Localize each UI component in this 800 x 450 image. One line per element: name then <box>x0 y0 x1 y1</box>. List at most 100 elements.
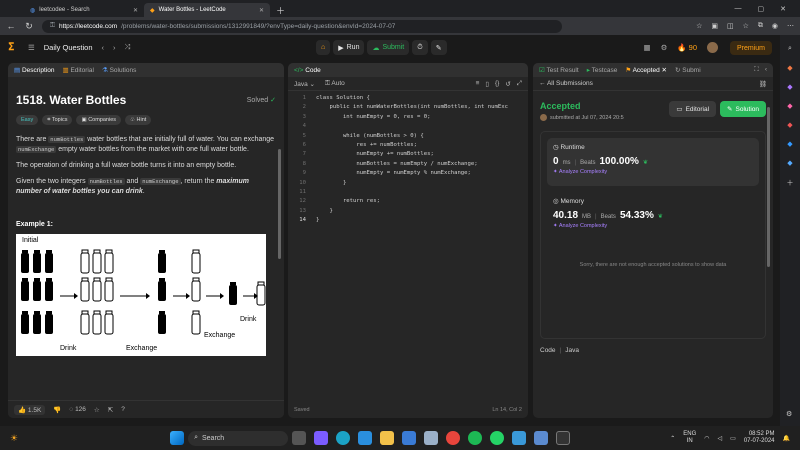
tab-solutions[interactable]: ⚗ Solutions <box>102 66 136 74</box>
maximize-icon[interactable]: ▢ <box>758 5 765 13</box>
format-icon[interactable]: ≡ <box>476 80 480 88</box>
solution-button[interactable]: ✎ Solution <box>720 101 766 117</box>
office-icon[interactable]: ◆ <box>787 121 792 129</box>
code-line[interactable]: 12 return res; <box>288 197 528 206</box>
memory-card[interactable]: ◎ Memory 40.18 MB | Beats 54.33% ❦ ✦ Ana… <box>547 192 759 240</box>
scrollbar[interactable] <box>278 149 281 259</box>
all-submissions-link[interactable]: ← All Submissions <box>539 80 593 87</box>
hint-tag[interactable]: ♧ Hint <box>125 115 152 125</box>
language-indicator[interactable]: ENG IN <box>683 431 696 445</box>
code-line[interactable]: 6 res += numBottles; <box>288 141 528 150</box>
language-select[interactable]: Java ⌄ <box>294 80 315 88</box>
profile-icon[interactable]: ◉ <box>772 22 778 30</box>
debug-button[interactable]: ⌂ <box>316 40 331 55</box>
app-icon[interactable] <box>512 431 527 445</box>
reset-icon[interactable]: ↺ <box>505 80 510 88</box>
comments-button[interactable]: ◌ 126 <box>69 406 86 413</box>
whatsapp-icon[interactable] <box>490 431 505 445</box>
timer-icon[interactable]: ⏱ <box>412 40 428 55</box>
shuffle-icon[interactable]: ⤨ <box>125 42 131 52</box>
tab-submissions[interactable]: ↻ Submi <box>675 66 701 74</box>
store-icon[interactable] <box>402 431 417 445</box>
edge-icon[interactable] <box>336 431 351 445</box>
code-line[interactable]: 4 <box>288 122 528 131</box>
runtime-card[interactable]: ◷ Runtime 0 ms | Beats 100.00% ❦ ✦ Analy… <box>547 138 759 186</box>
settings-icon[interactable]: ⚙ <box>661 43 668 52</box>
run-button[interactable]: ▶ Run <box>333 40 365 55</box>
code-line[interactable]: 3 int numEmpty = 0, res = 0; <box>288 113 528 122</box>
help-icon[interactable]: ? <box>121 406 125 413</box>
notepad-icon[interactable] <box>534 431 549 445</box>
sidebar-settings-icon[interactable]: ⚙ <box>786 410 792 418</box>
code-line[interactable]: 7 numEmpty += numBottles; <box>288 150 528 159</box>
layout-icon[interactable]: ▦ <box>643 43 650 52</box>
code-line[interactable]: 2 public int numWaterBottles(int numBott… <box>288 103 528 112</box>
code-editor[interactable]: 1 class Solution {2 public int numWaterBo… <box>288 91 528 226</box>
next-problem-icon[interactable]: › <box>113 43 116 52</box>
code-line[interactable]: 13 } <box>288 207 528 216</box>
chevron-up-icon[interactable]: ⌃ <box>670 435 675 442</box>
box-icon[interactable] <box>424 431 439 445</box>
close-tab-icon[interactable]: ✕ <box>133 7 138 14</box>
fullscreen-icon[interactable]: ⛶ <box>754 66 759 74</box>
split-icon[interactable]: ◫ <box>727 22 734 30</box>
tab-description[interactable]: ▤ Description <box>14 66 54 74</box>
games-icon[interactable]: ◆ <box>787 102 792 110</box>
terminal-icon[interactable] <box>556 431 571 445</box>
tab-test-result[interactable]: ☑ Test Result <box>539 66 579 74</box>
link-icon[interactable]: ⛓ <box>759 80 767 88</box>
notes-icon[interactable]: ✎ <box>430 40 447 55</box>
share-icon[interactable]: ⇱ <box>108 406 113 414</box>
extension-icon[interactable]: ▣ <box>711 22 718 30</box>
chrome-icon[interactable] <box>446 431 461 445</box>
tab-code[interactable]: </> Code <box>294 67 321 74</box>
daily-question-title[interactable]: Daily Question <box>44 43 93 52</box>
browser-tab-search[interactable]: ◍ leetcodee - Search ✕ <box>24 3 144 17</box>
wifi-icon[interactable]: ◠ <box>704 435 709 442</box>
favorites-icon[interactable]: ☆ <box>743 22 749 30</box>
problem-list-icon[interactable]: ☰ <box>28 43 35 52</box>
bookmark-icon[interactable]: ▯ <box>485 80 489 88</box>
braces-icon[interactable]: {} <box>495 80 499 88</box>
vscode-icon[interactable] <box>358 431 373 445</box>
volume-icon[interactable]: ◁ <box>718 435 723 442</box>
code-line[interactable]: 10 } <box>288 179 528 188</box>
battery-icon[interactable]: ▭ <box>730 435 736 442</box>
tab-editorial[interactable]: ▥ Editorial <box>62 66 93 74</box>
code-line[interactable]: 11 <box>288 188 528 197</box>
collapse-icon[interactable]: ‹ <box>765 66 767 74</box>
tab-accepted[interactable]: ⚑ Accepted ✕ <box>625 66 667 74</box>
submit-button[interactable]: ☁ Submit <box>367 40 410 55</box>
collections-icon[interactable]: ⧉ <box>758 22 763 30</box>
window-close-icon[interactable]: ✕ <box>780 5 786 13</box>
browser-tab-leetcode[interactable]: ◆ Water Bottles - LeetCode ✕ <box>144 3 270 17</box>
notification-icon[interactable]: 🔔 <box>783 435 790 442</box>
outlook-icon[interactable]: ◆ <box>787 140 792 148</box>
drop-icon[interactable]: ◆ <box>787 159 792 167</box>
windows-start-icon[interactable] <box>170 431 185 445</box>
taskbar-search[interactable]: ⌕ Search <box>188 430 289 446</box>
tab-testcase[interactable]: ▸ Testcase <box>587 66 618 74</box>
close-tab-icon[interactable]: ✕ <box>259 7 264 14</box>
scrollbar[interactable] <box>767 107 770 267</box>
editorial-button[interactable]: ▭ Editorial <box>669 101 717 117</box>
code-line[interactable]: 8 numBottles = numEmpty / numExchange; <box>288 160 528 169</box>
menu-icon[interactable]: ⋯ <box>787 22 794 30</box>
back-icon[interactable]: ← <box>6 21 16 31</box>
code-line[interactable]: 14} <box>288 216 528 225</box>
avatar[interactable] <box>707 41 718 53</box>
code-line[interactable]: 5 while (numBottles > 0) { <box>288 132 528 141</box>
expand-icon[interactable]: ⤢ <box>517 80 522 88</box>
autocomplete-toggle[interactable]: ⚿ Auto <box>325 80 345 88</box>
search-icon[interactable]: ⌕ <box>788 45 792 53</box>
like-button[interactable]: 👍 1.5K <box>14 404 46 415</box>
weather-icon[interactable]: ☀ <box>10 433 18 444</box>
spotify-icon[interactable] <box>468 431 483 445</box>
tools-icon[interactable]: ◆ <box>787 83 792 91</box>
companies-tag[interactable]: ▣ Companies <box>76 115 122 125</box>
new-tab-button[interactable]: ＋ <box>270 3 291 17</box>
add-icon[interactable]: ＋ <box>787 178 794 188</box>
url-field[interactable]: ⚿ https://leetcode.com/problems/water-bo… <box>42 19 562 33</box>
task-view-icon[interactable] <box>292 431 307 445</box>
code-line[interactable]: 9 numEmpty = numEmpty % numExchange; <box>288 169 528 178</box>
